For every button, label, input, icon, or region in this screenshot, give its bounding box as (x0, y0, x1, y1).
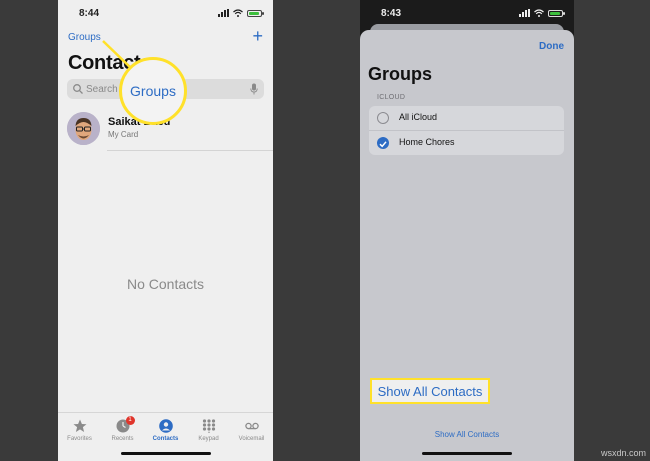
keypad-icon (202, 419, 215, 433)
signal-icon (218, 9, 229, 17)
home-indicator (120, 452, 211, 455)
memoji-avatar-icon (67, 112, 100, 145)
home-indicator (422, 452, 512, 455)
my-card-label: My Card (108, 130, 139, 139)
battery-icon (548, 9, 565, 17)
group-row-home-chores[interactable]: Home Chores (369, 130, 564, 155)
status-time: 8:44 (79, 8, 100, 19)
signal-icon (519, 9, 530, 17)
avatar (67, 112, 100, 145)
done-button[interactable]: Done (539, 41, 564, 52)
status-bar: 8:43 (360, 0, 574, 26)
show-all-contacts-button[interactable]: Show All Contacts (360, 430, 574, 439)
star-icon (73, 419, 86, 432)
recents-badge: 1 (125, 416, 135, 425)
groups-zoom-callout: Groups (119, 57, 187, 125)
watermark: wsxdn.com (600, 448, 646, 458)
status-time: 8:43 (381, 8, 402, 19)
unchecked-circle-icon[interactable] (377, 112, 389, 124)
empty-state-message: No Contacts (126, 276, 205, 292)
checkmark-circle-icon[interactable] (377, 137, 389, 149)
add-contact-button[interactable]: + (252, 27, 263, 45)
tab-voicemail[interactable]: Voicemail (230, 413, 273, 461)
wifi-icon (534, 9, 544, 17)
status-bar: 8:44 (58, 0, 273, 26)
divider (107, 150, 273, 151)
group-list: All iCloud Home Chores (369, 106, 564, 155)
page-title: Groups (368, 64, 433, 84)
show-all-contacts-callout: Show All Contacts (370, 378, 490, 404)
person-icon (158, 419, 173, 433)
battery-icon (247, 9, 264, 17)
tab-favorites[interactable]: Favorites (58, 413, 101, 461)
groups-link[interactable]: Groups (68, 32, 101, 43)
section-header: ICLOUD (377, 94, 406, 101)
group-row-all-icloud[interactable]: All iCloud (369, 106, 564, 130)
wifi-icon (233, 9, 243, 17)
voicemail-icon (244, 422, 259, 430)
search-icon (73, 84, 83, 94)
microphone-icon[interactable] (250, 83, 258, 95)
